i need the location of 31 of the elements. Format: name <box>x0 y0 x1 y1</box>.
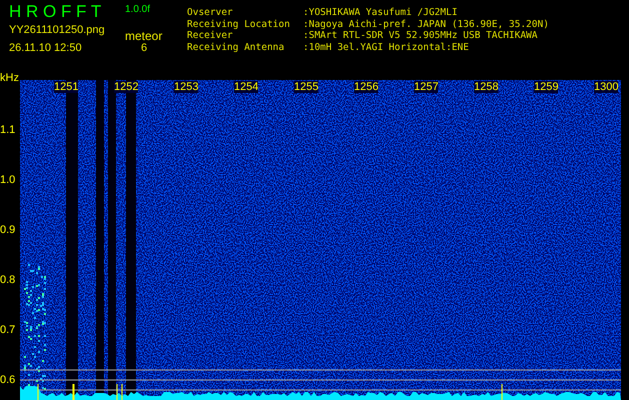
info-label: Receiving Antenna <box>187 42 286 54</box>
frequency-label: 1.0 <box>0 174 16 186</box>
time-label: 1300 <box>594 81 618 93</box>
time-label: 1251 <box>54 81 78 93</box>
timestamp-label: 26.11.10 12:50 <box>9 42 83 54</box>
time-label: 1255 <box>294 81 318 93</box>
frequency-label: 0.9 <box>0 224 16 236</box>
frequency-label: 0.8 <box>0 274 16 286</box>
version-label: 1.0.0f <box>125 3 150 15</box>
app-title: H R O F F T <box>9 1 102 22</box>
time-label: 1253 <box>174 81 198 93</box>
frequency-label: 0.6 <box>0 374 16 386</box>
filename-label: YY2611101250.png <box>9 24 106 38</box>
info-value: :YOSHIKAWA Yasufumi /JG2MLI <box>303 7 458 19</box>
time-label: 1259 <box>534 81 558 93</box>
info-value: :SMArt RTL-SDR V5 52.905MHz USB TACHIKAWA <box>303 30 538 42</box>
time-label: 1256 <box>354 81 378 93</box>
info-label: Receiver <box>187 30 234 42</box>
frequency-label: 1.1 <box>0 124 16 136</box>
time-label: 1252 <box>114 81 138 93</box>
info-label: Receiving Location <box>187 18 291 30</box>
info-value: :10mH 3el.YAGI Horizontal:ENE <box>303 42 469 54</box>
time-label: 1254 <box>234 81 258 93</box>
meteor-count: 6 <box>141 42 148 54</box>
time-label: 1257 <box>414 81 438 93</box>
frequency-label: 0.7 <box>0 324 16 336</box>
time-label: 1258 <box>474 81 498 93</box>
unit-label: kHz <box>0 72 19 84</box>
info-value: :Nagoya Aichi-pref. JAPAN (136.90E, 35.20N) <box>303 18 549 30</box>
info-label: Ovserver <box>187 7 234 19</box>
meteor-label: meteor <box>125 28 162 42</box>
